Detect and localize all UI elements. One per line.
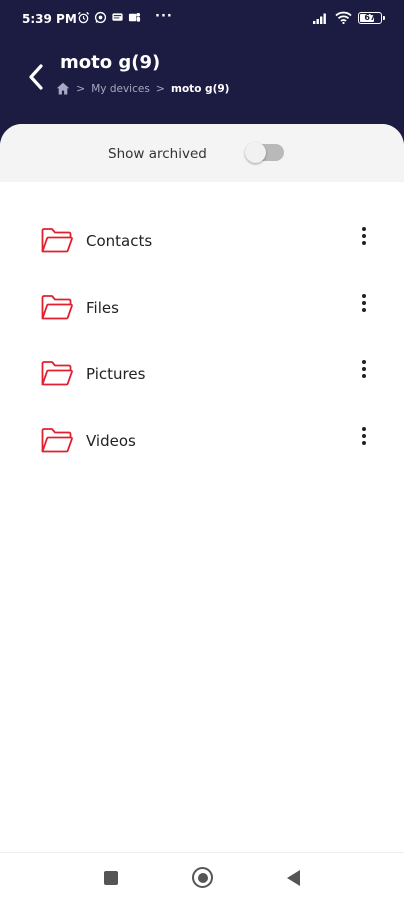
dot-icon <box>362 234 366 238</box>
back-button[interactable] <box>22 62 52 92</box>
show-archived-label: Show archived <box>108 146 207 162</box>
folder-item-contacts[interactable]: Contacts <box>0 208 404 275</box>
toggle-knob <box>245 142 266 163</box>
folder-label: Pictures <box>86 365 146 383</box>
battery-icon: 67 <box>358 11 385 24</box>
breadcrumb-separator: > <box>155 82 166 95</box>
dot-icon <box>362 307 366 312</box>
system-icons: 67 <box>313 11 385 24</box>
breadcrumb: > My devices > moto g(9) <box>56 82 229 95</box>
dot-icon <box>362 360 366 364</box>
folder-icon <box>41 228 73 253</box>
recent-apps-button[interactable] <box>104 871 118 885</box>
folder-label: Videos <box>86 431 136 450</box>
content-panel: Show archived Contacts Files Pictures Vi… <box>0 124 404 900</box>
folder-label: Contacts <box>86 232 153 250</box>
battery-level: 67 <box>364 13 376 22</box>
status-more: ··· <box>155 9 173 24</box>
dot-icon <box>362 300 366 305</box>
teams-icon <box>128 12 141 22</box>
dot-icon <box>362 293 366 298</box>
folder-label: Files <box>86 298 119 317</box>
signal-icon <box>313 13 326 24</box>
breadcrumb-separator: > <box>76 82 86 95</box>
dot-icon <box>362 426 366 431</box>
folder-icon <box>41 361 73 386</box>
more-options-button[interactable] <box>352 422 376 450</box>
message-icon <box>112 13 123 21</box>
status-bar: 5:39 PM ··· 67 <box>0 0 404 38</box>
system-nav-bar <box>0 852 404 900</box>
folder-icon <box>41 427 73 452</box>
dot-icon <box>362 433 366 438</box>
dot-icon <box>362 227 366 231</box>
dot-icon <box>362 241 366 245</box>
folder-item-pictures[interactable]: Pictures <box>0 341 404 408</box>
notification-icons <box>77 11 141 24</box>
show-archived-bar: Show archived <box>0 124 404 182</box>
show-archived-toggle[interactable] <box>245 142 284 163</box>
home-button[interactable] <box>192 867 213 888</box>
folder-item-files[interactable]: Files <box>0 275 404 342</box>
system-back-button[interactable] <box>287 870 300 886</box>
wifi-icon <box>335 11 352 24</box>
status-time: 5:39 PM <box>22 12 77 26</box>
breadcrumb-my-devices[interactable]: My devices <box>91 83 150 95</box>
more-options-button[interactable] <box>352 289 376 317</box>
folder-icon <box>41 294 73 319</box>
breadcrumb-current: moto g(9) <box>171 82 230 95</box>
dot-icon <box>362 367 366 371</box>
folder-item-videos[interactable]: Videos <box>0 408 404 475</box>
folder-list: Contacts Files Pictures Videos <box>0 208 404 474</box>
page-title: moto g(9) <box>60 52 161 73</box>
whatsapp-icon <box>94 11 107 24</box>
alarm-icon <box>77 11 90 24</box>
dot-icon <box>362 440 366 445</box>
home-icon[interactable] <box>56 82 70 95</box>
more-options-button[interactable] <box>352 222 376 250</box>
more-options-button[interactable] <box>352 355 376 383</box>
dot-icon <box>362 374 366 378</box>
